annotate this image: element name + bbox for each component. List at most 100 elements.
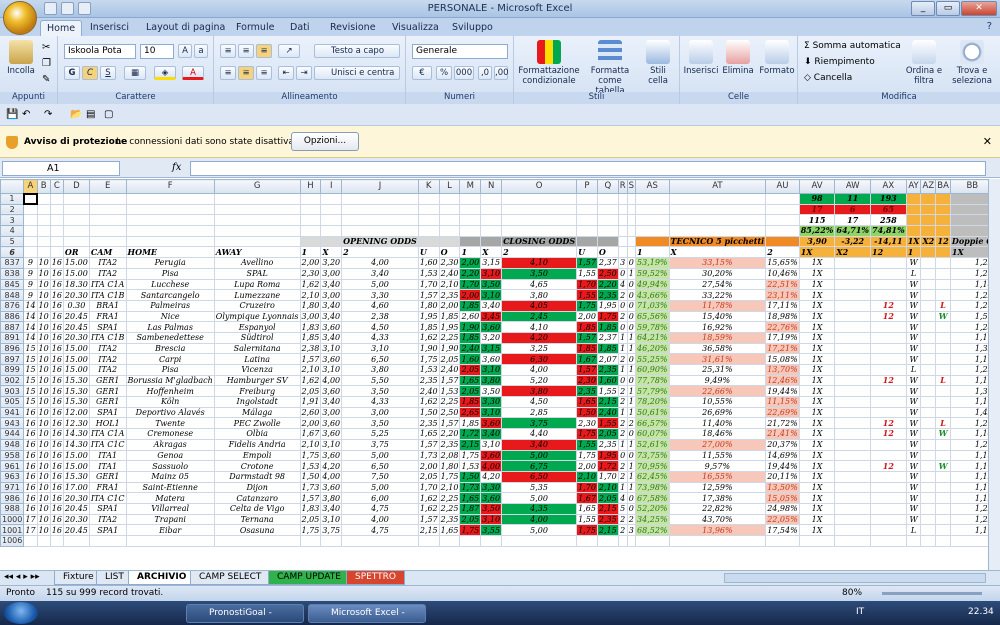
cell[interactable] [834, 278, 872, 291]
cell[interactable]: 4 [617, 492, 628, 504]
cell[interactable] [299, 535, 322, 547]
cell[interactable]: Avellino [213, 257, 301, 269]
cell[interactable]: Saint-Etienne [125, 481, 215, 494]
cell[interactable] [459, 193, 482, 205]
cell[interactable]: 1 [905, 246, 922, 259]
cell[interactable]: W [935, 428, 951, 440]
cell[interactable]: 4,33 [341, 331, 419, 344]
cell[interactable]: 2,10 [299, 289, 322, 301]
cell[interactable]: 11,40% [668, 417, 767, 430]
cell[interactable]: 3,50 [480, 278, 503, 291]
cell[interactable] [905, 203, 922, 216]
cell[interactable]: 1,16 [949, 481, 988, 494]
cell[interactable] [920, 299, 937, 312]
cell[interactable]: 1,67 [576, 492, 598, 504]
cell[interactable]: 64,71% [834, 225, 872, 237]
cell[interactable]: 3,90 [798, 235, 836, 248]
cell[interactable]: 2,35 [438, 513, 461, 526]
cell[interactable] [834, 502, 872, 515]
cell[interactable]: 16 [23, 460, 38, 472]
cell[interactable]: 3,80 [501, 385, 578, 398]
row-header[interactable]: 876 [0, 299, 25, 312]
cell[interactable]: 9 [23, 257, 38, 269]
cell[interactable]: 1X [949, 246, 988, 259]
insert-cells-button[interactable]: Inserisci [682, 40, 720, 76]
cell[interactable]: 1X [798, 342, 836, 355]
cell[interactable]: -3,22 [834, 235, 872, 248]
cell[interactable]: 36,58% [668, 342, 767, 355]
cell[interactable]: 1,57 [417, 289, 440, 301]
cell[interactable]: 12 [870, 428, 907, 440]
cell[interactable]: 1X [798, 481, 836, 494]
align-left-icon[interactable]: ≡ [220, 66, 236, 80]
cell[interactable]: 3,40 [480, 428, 503, 440]
cell[interactable]: 2,25 [438, 492, 461, 504]
cell[interactable]: 1,72 [596, 460, 619, 472]
cell[interactable] [905, 225, 922, 237]
cell[interactable]: 17,38% [668, 492, 767, 504]
cell[interactable]: 2,05 [459, 364, 482, 376]
cell[interactable] [935, 524, 951, 536]
cell[interactable]: 1,73 [459, 481, 482, 494]
cell[interactable] [765, 193, 800, 205]
tab-nav-icon[interactable]: ◂◂ ◂ ▸ ▸▸ [4, 572, 40, 582]
cell[interactable]: 2 [617, 417, 628, 430]
cell[interactable]: 1X [798, 321, 836, 333]
cell[interactable] [870, 267, 907, 280]
cell[interactable] [213, 225, 301, 237]
cell[interactable]: 4,20 [480, 470, 503, 483]
cell[interactable]: Deportivo Alavés [125, 406, 215, 419]
cell[interactable]: 3,45 [480, 310, 503, 323]
cell[interactable]: 2 [617, 396, 628, 408]
cell[interactable]: 1 [617, 438, 628, 451]
cell[interactable]: 5,00 [501, 492, 578, 504]
cell[interactable]: 1 [626, 406, 637, 419]
cell[interactable] [125, 203, 215, 216]
cell[interactable]: 26,69% [668, 406, 767, 419]
cell[interactable]: 2,35 [417, 374, 440, 387]
cell-table[interactable]: A B C D E F G H I J K L M N O P Q R S AS AT AU AV AW AX AY AZ BA BB 1… [0, 179, 988, 547]
cell[interactable]: SPA1 [88, 524, 127, 536]
cell[interactable]: 1 [626, 481, 637, 494]
cell[interactable] [88, 235, 127, 248]
cell[interactable]: 0.30 [62, 299, 90, 312]
cell[interactable]: FRA1 [88, 481, 127, 494]
cell[interactable]: 50,61% [635, 406, 670, 419]
cell[interactable]: 4,00 [480, 460, 503, 472]
cell[interactable]: 22,69% [765, 406, 800, 419]
cell[interactable]: 1,13 [949, 492, 988, 504]
cell[interactable] [213, 535, 301, 547]
cell[interactable] [834, 438, 872, 451]
column-header[interactable]: Q [596, 179, 619, 194]
column-header[interactable]: J [341, 179, 419, 194]
cell[interactable]: 0 [626, 289, 637, 301]
cell[interactable]: 1,57 [417, 513, 440, 526]
cell[interactable]: 1,75 [576, 524, 598, 536]
cell[interactable] [765, 203, 800, 216]
cell[interactable]: 2 [617, 470, 628, 483]
column-header[interactable]: N [480, 179, 503, 194]
cell[interactable]: 2,00 [299, 417, 322, 430]
cell[interactable] [834, 481, 872, 494]
cell[interactable]: 22,05% [765, 513, 800, 526]
cell[interactable] [870, 385, 907, 398]
cell[interactable] [617, 535, 628, 547]
cell[interactable]: 1,75 [596, 310, 619, 323]
cell[interactable]: Olympique Lyonnais [213, 310, 301, 323]
cell[interactable]: 1,83 [299, 321, 322, 333]
cell[interactable] [920, 267, 937, 280]
fill-color-icon[interactable]: ◈ [154, 66, 176, 80]
cell[interactable]: 3,80 [501, 289, 578, 301]
cell[interactable]: Sassuolo [125, 460, 215, 472]
cell[interactable]: 2,35 [596, 364, 619, 376]
cell[interactable] [834, 428, 872, 440]
cell[interactable]: 2,05 [596, 492, 619, 504]
percent-icon[interactable]: % [436, 66, 452, 80]
cell[interactable]: 1 [626, 331, 637, 344]
cell[interactable]: 4,00 [501, 364, 578, 376]
cell[interactable]: 16 [23, 438, 38, 451]
cell[interactable]: 17,54% [765, 524, 800, 536]
cell[interactable]: 0 [626, 502, 637, 515]
orientation-icon[interactable]: ↗ [278, 44, 300, 58]
save-icon[interactable]: 💾 [6, 109, 18, 120]
